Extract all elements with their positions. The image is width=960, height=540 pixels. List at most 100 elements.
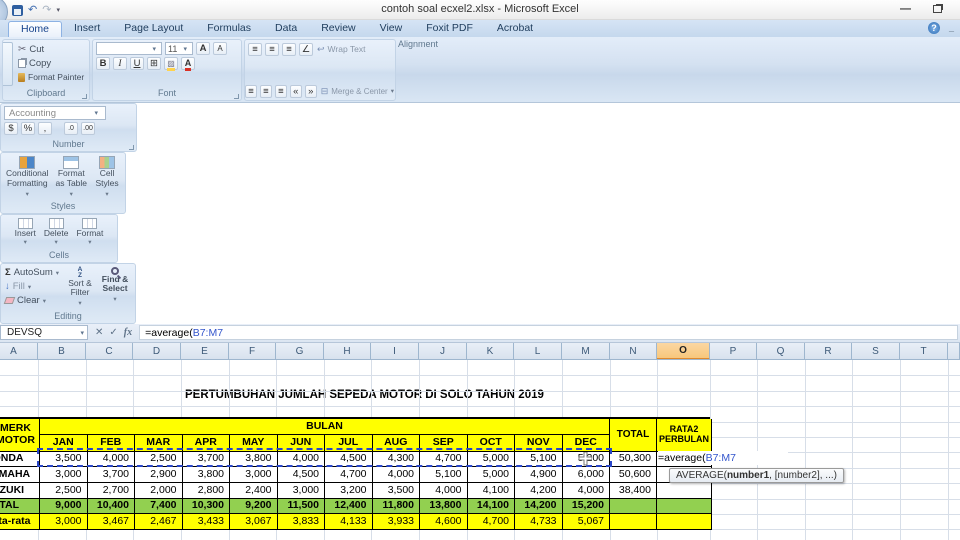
cell-rata2[interactable]	[657, 483, 712, 499]
cell-value[interactable]: 2,500	[135, 451, 183, 468]
align-left-button[interactable]: ≡	[245, 84, 257, 98]
help-icon[interactable]: ?	[927, 22, 940, 34]
increase-indent-button[interactable]: »	[304, 84, 317, 98]
header-month-AUG[interactable]: AUG	[372, 434, 420, 452]
cell-value[interactable]: 2,900	[135, 467, 183, 484]
cell-value[interactable]: 6,000	[562, 467, 610, 484]
column-header-O[interactable]: O	[657, 342, 710, 359]
find-select-button[interactable]: Find & Select ▾	[98, 266, 132, 309]
cell-styles-button[interactable]: Cell Styles ▾	[92, 155, 122, 199]
cell-rata2[interactable]	[657, 514, 712, 530]
column-header-M[interactable]: M	[562, 342, 610, 359]
font-color-button[interactable]: A	[181, 57, 195, 71]
cell-value[interactable]: 3,000	[277, 483, 325, 499]
number-format-select[interactable]: Accounting ▾	[4, 106, 106, 120]
autosum-button[interactable]: Σ AutoSum ▾	[4, 266, 60, 280]
workbook-minimize-button[interactable]: _	[949, 23, 954, 33]
column-header-C[interactable]: C	[86, 342, 133, 359]
row-label-honda[interactable]: HONDA	[0, 451, 40, 468]
cell-value[interactable]: 3,000	[40, 514, 88, 530]
tab-data[interactable]: Data	[263, 21, 309, 37]
cell-value[interactable]: 3,467	[87, 514, 135, 530]
column-header-K[interactable]: K	[467, 342, 514, 359]
header-merk-motor[interactable]: MERKMOTOR	[0, 418, 40, 452]
header-bulan[interactable]: BULAN	[40, 418, 610, 435]
delete-cells-button[interactable]: Delete ▾	[42, 217, 71, 247]
row-label-rata-rata[interactable]: Rata-rata	[0, 514, 40, 530]
cell-value[interactable]: 14,200	[515, 498, 563, 515]
cell-total[interactable]	[610, 514, 657, 530]
borders-button[interactable]: ⊞	[147, 57, 161, 70]
cell-value[interactable]: 4,200	[515, 483, 563, 499]
align-center-button[interactable]: ≡	[259, 84, 272, 98]
bold-button[interactable]: B	[96, 57, 110, 70]
wrap-text-button[interactable]: ↩ Wrap Text	[316, 42, 367, 56]
font-name-select[interactable]: ▾	[96, 42, 162, 55]
header-month-DEC[interactable]: DEC	[562, 434, 610, 452]
comma-style-button[interactable]: ,	[38, 122, 52, 135]
header-total[interactable]: TOTAL	[610, 418, 657, 452]
header-month-SEP[interactable]: SEP	[420, 434, 468, 452]
decrease-decimal-button[interactable]: .00	[81, 122, 95, 135]
number-dialog-launcher[interactable]	[129, 145, 134, 150]
tab-review[interactable]: Review	[309, 21, 367, 37]
cell-value[interactable]: 3,067	[230, 514, 278, 530]
column-header-A[interactable]: A	[0, 342, 38, 359]
tab-insert[interactable]: Insert	[62, 21, 112, 37]
format-as-table-button[interactable]: Format as Table ▾	[53, 155, 91, 199]
cell-value[interactable]: 4,000	[420, 483, 468, 499]
cell-value[interactable]: 3,500	[40, 451, 88, 468]
cell-value[interactable]: 3,500	[372, 483, 420, 499]
align-middle-button[interactable]: ≡	[265, 42, 279, 56]
cell-value[interactable]: 3,800	[182, 467, 230, 484]
cell-total[interactable]: 50,300	[610, 451, 657, 468]
cell-total[interactable]: 50,600	[610, 467, 657, 484]
cell-value[interactable]: 3,000	[40, 467, 88, 484]
cell-value[interactable]: 4,700	[467, 514, 515, 530]
copy-button[interactable]: Copy	[17, 56, 86, 70]
tab-acrobat[interactable]: Acrobat	[485, 21, 545, 37]
fill-color-button[interactable]: ▨	[164, 57, 178, 71]
cell-total[interactable]	[610, 498, 657, 515]
cancel-button[interactable]: ✕	[95, 327, 103, 338]
underline-button[interactable]: U	[130, 57, 144, 70]
column-header-R[interactable]: R	[805, 342, 852, 359]
cell-value[interactable]: 10,300	[182, 498, 230, 515]
column-header-T[interactable]: T	[900, 342, 948, 359]
header-month-NOV[interactable]: NOV	[515, 434, 563, 452]
align-top-button[interactable]: ≡	[248, 42, 262, 56]
cut-button[interactable]: ✂ Cut	[17, 42, 86, 56]
format-painter-button[interactable]: Format Painter	[17, 70, 86, 84]
cell-value[interactable]: 5,000	[467, 467, 515, 484]
insert-function-button[interactable]: fx	[124, 327, 132, 338]
cell-value[interactable]: 4,300	[372, 451, 420, 468]
header-month-JUN[interactable]: JUN	[277, 434, 325, 452]
tab-page-layout[interactable]: Page Layout	[112, 21, 195, 37]
font-dialog-launcher[interactable]	[234, 94, 239, 99]
header-month-OCT[interactable]: OCT	[467, 434, 515, 452]
cell-value[interactable]: 13,800	[420, 498, 468, 515]
cell-value[interactable]: 5,000	[467, 451, 515, 468]
cell-value[interactable]: 9,200	[230, 498, 278, 515]
insert-cells-button[interactable]: Insert ▾	[13, 217, 38, 247]
column-header-N[interactable]: N	[610, 342, 657, 359]
fill-button[interactable]: ↓ Fill ▾	[4, 280, 60, 294]
italic-button[interactable]: I	[113, 57, 127, 70]
row-label-yamaha[interactable]: YAMAHA	[0, 467, 40, 484]
cell-value[interactable]: 3,700	[87, 467, 135, 484]
cell-value[interactable]: 3,700	[182, 451, 230, 468]
name-box[interactable]: DEVSQ ▾	[0, 325, 88, 341]
column-header-partial[interactable]	[948, 342, 960, 359]
header-month-JAN[interactable]: JAN	[40, 434, 88, 452]
column-header-J[interactable]: J	[419, 342, 467, 359]
percent-style-button[interactable]: %	[21, 122, 35, 135]
cell-value[interactable]: 4,700	[420, 451, 468, 468]
header-rata2[interactable]: RATA2 PERBULAN	[657, 418, 712, 452]
cell-value[interactable]: 4,100	[467, 483, 515, 499]
data-table[interactable]: MERKMOTORBULANTOTALRATA2PERBULANJANFEBMA…	[0, 416, 712, 530]
worksheet-grid[interactable]: PERTUMBUHAN JUMLAH SEPEDA MOTOR DI SOLO …	[0, 359, 960, 540]
shrink-font-button[interactable]: A	[213, 42, 227, 55]
cell-value[interactable]: 4,600	[420, 514, 468, 530]
cell-value[interactable]: 4,000	[277, 451, 325, 468]
cell-value[interactable]: 4,000	[562, 483, 610, 499]
